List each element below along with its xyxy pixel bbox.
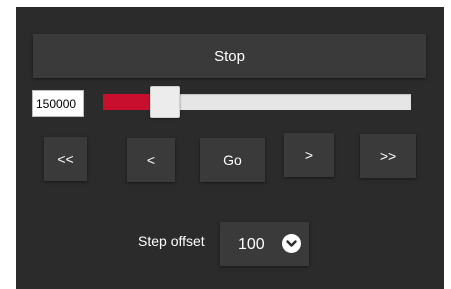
go-button[interactable]: Go [200,138,265,182]
position-input[interactable] [32,90,84,117]
fast-forward-button[interactable]: >> [360,134,416,178]
player-control-panel: Stop << < Go > >> Step offset 100 [16,7,444,289]
step-offset-label: Step offset [138,233,205,249]
back-button[interactable]: < [127,138,175,182]
position-slider[interactable] [103,86,411,118]
step-offset-select[interactable]: 100 [220,222,309,266]
chevron-down-icon [282,234,301,253]
step-offset-value: 100 [238,236,265,253]
stop-button[interactable]: Stop [33,34,426,78]
slider-thumb[interactable] [149,86,180,118]
fast-back-button[interactable]: << [44,137,87,181]
forward-button[interactable]: > [284,133,334,177]
